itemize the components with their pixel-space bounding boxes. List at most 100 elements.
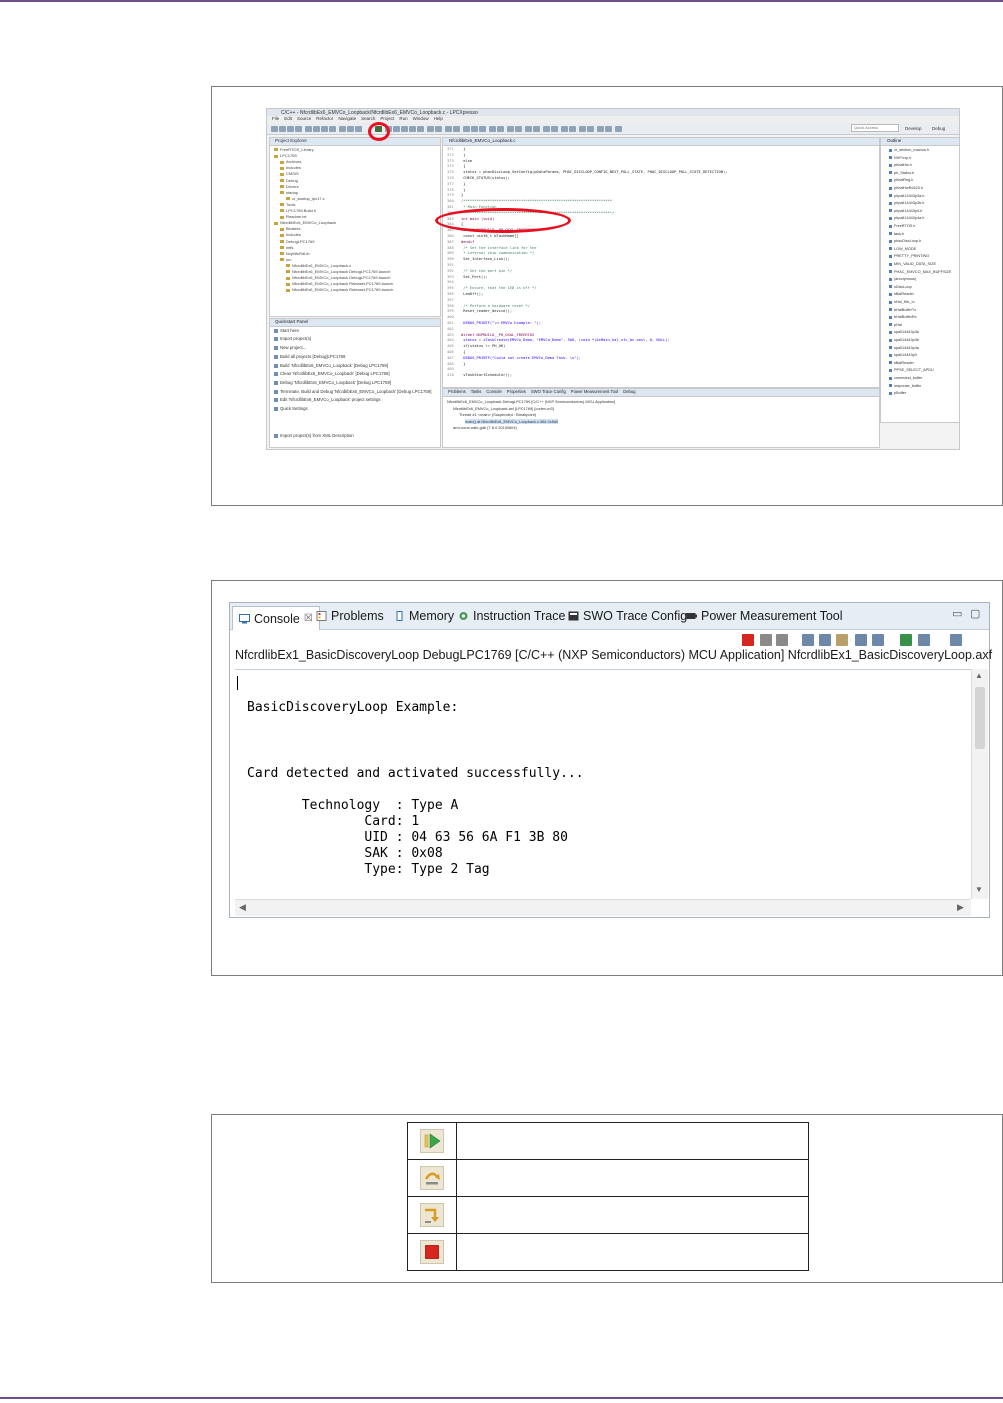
quickstart-item[interactable]: Clean 'NfcrdlibEx6_EMVCo_Loopback' [Debu… [274,371,390,376]
tree-item[interactable]: Readme.txt [280,214,306,219]
tree-item[interactable]: Archives [280,159,301,164]
outline-item[interactable]: phpalI14443p4a.h [889,216,924,220]
toolbar-icon[interactable] [401,126,408,132]
tree-item[interactable]: Includes [280,232,301,237]
toolbar-icon[interactable] [409,126,416,132]
minimize-button[interactable]: ▭ [952,607,962,620]
bottom-tab[interactable]: Console [486,389,501,394]
menu-item[interactable]: File [272,116,279,121]
debug-tree-item[interactable]: NfcrdlibEx6_EMVCo_Loopback DebugLPC1769 … [447,399,615,404]
outline-item[interactable]: LOW_MODE [889,247,916,251]
outline-item[interactable]: sBalReader [889,292,914,296]
outline-item[interactable]: task.h [889,232,904,236]
outline-item[interactable]: PRETTY_PRINTING [889,254,929,258]
outline-item[interactable]: PHAC_EMVCO_MAX_BUFFSIZE [889,270,951,274]
show-stdout-icon[interactable] [855,634,867,646]
outline-item[interactable]: spalI14443p4 [889,353,917,357]
toolbar-icon[interactable] [515,126,522,132]
bottom-tab[interactable]: Tasks [471,389,482,394]
outline-item[interactable]: sDiscLoop [889,285,912,289]
outline-item[interactable]: FreeRTOS.h [889,224,915,228]
code-editor[interactable]: NfcrdlibEx6_EMVCo_Loopback.c 371 } 372 } 3… [442,137,880,388]
tab-instruction-trace[interactable]: Instruction Trace [458,608,565,624]
outline-item[interactable]: NXP/crp.h [889,156,911,160]
toolbar-icon[interactable] [471,126,478,132]
debug-tree-item[interactable]: main() at NfcrdlibEx6_EMVCo_Loopback.c:3… [465,418,559,424]
outline-item[interactable]: MIN_VALID_DATA_SIZE [889,262,936,266]
toolbar-icon[interactable] [579,126,586,132]
quickstart-tab[interactable]: Quickstart Panel [270,319,440,327]
toolbar-icon[interactable] [525,126,532,132]
tree-item[interactable]: cr_startup_lpc17.c [286,196,325,201]
debug-tree-item[interactable]: Thread #1 <main> (Suspended : Breakpoint… [459,412,536,417]
outline-item[interactable]: bHalBufferRx [889,315,917,319]
outline-item[interactable]: sBalReader [889,361,914,365]
remove-all-icon[interactable] [776,634,788,646]
quickstart-item[interactable]: Quick Settings [274,406,308,411]
vertical-scrollbar[interactable]: ▲ ▼ [971,669,988,899]
quickstart-item[interactable]: Edit 'NfcrdlibEx6_EMVCo_Loopback' projec… [274,397,381,402]
outline-item[interactable]: pHal [889,323,902,327]
toolbar-icon[interactable] [533,126,540,132]
outline-item[interactable]: phbalReg.h [889,178,913,182]
tree-item[interactable]: src [280,257,291,262]
scroll-lock-icon[interactable] [819,634,831,646]
toolbar-icon[interactable] [287,126,294,132]
toolbar-icon[interactable] [417,126,424,132]
bottom-tab[interactable]: Debug [623,389,635,394]
tree-item[interactable]: Drivers [280,184,299,189]
tree-item[interactable]: NxpNfcRdLib [280,251,310,256]
remove-launch-icon[interactable] [760,634,772,646]
scroll-down-icon[interactable]: ▼ [975,885,983,894]
tree-item[interactable]: CMSIS [280,171,299,176]
tree-item[interactable]: LPC1769 [274,153,297,158]
menu-item[interactable]: Run [399,116,407,121]
tree-item[interactable]: Binaries [280,226,300,231]
outline-item[interactable]: PPSE_SELECT_APDU [889,368,934,372]
outline-tab[interactable]: Outline [881,138,959,146]
tree-item[interactable]: Includes [280,165,301,170]
bottom-tab[interactable]: SWO Trace Config [531,389,566,394]
toolbar-icon[interactable] [453,126,460,132]
new-console-icon[interactable] [950,634,962,646]
maximize-button[interactable]: ▢ [970,607,980,620]
menu-item[interactable]: Refactor [316,116,333,121]
toolbar-icon[interactable] [295,126,302,132]
tree-item[interactable]: Debug [280,178,298,183]
scroll-left-icon[interactable]: ◀ [239,902,246,913]
tree-item[interactable]: LPC1769.Build.h [280,208,316,213]
debug-tree-item[interactable]: NfcrdlibEx6_EMVCo_Loopback.axf [LPC1769]… [453,406,554,411]
toolbar-icon[interactable] [561,126,568,132]
menu-item[interactable]: Help [434,116,443,121]
outline-item[interactable]: response_buffer [889,384,921,388]
toolbar-icon[interactable] [427,126,434,132]
outline-item[interactable]: pBuffer [889,391,906,395]
quickstart-item[interactable]: Debug 'NfcrdlibEx6_EMVCo_Loopback' [Debu… [274,380,391,385]
bottom-tab[interactable]: Properties [507,389,526,394]
toolbar-icon[interactable] [393,126,400,132]
toolbar-icon[interactable] [479,126,486,132]
tree-item[interactable]: NfcrdlibEx6_EMVCo_Loopback.c [286,263,351,268]
tree-item[interactable]: NfcrdlibEx6_EMVCo_Loopback [274,220,336,225]
outline-item[interactable]: phacDiscLoop.h [889,239,921,243]
tab-console[interactable]: Console ☒ [232,606,320,630]
scroll-thumb[interactable] [975,687,985,749]
bottom-tab[interactable]: Power Measurement Tool [571,389,618,394]
horizontal-scrollbar[interactable]: ◀ ▶ [235,899,971,916]
step-over-icon[interactable] [419,1166,444,1190]
tree-item[interactable]: DebugLPC1769 [280,239,314,244]
toolbar-icon[interactable] [435,126,442,132]
toolbar-icon[interactable] [507,126,514,132]
toolbar-icon[interactable] [321,126,328,132]
quickstart-item[interactable]: Terminate, Build and Debug 'NfcrdlibEx6_… [274,389,431,394]
toolbar-icon[interactable] [497,126,504,132]
project-explorer-tab[interactable]: Project Explorer [270,138,440,146]
quickstart-item[interactable]: New project... [274,345,306,350]
menu-item[interactable]: Search [361,116,375,121]
step-return-icon[interactable] [419,1203,444,1227]
quickstart-item[interactable]: Import project(s) [274,336,311,341]
toolbar-icon[interactable] [339,126,346,132]
tree-item[interactable]: NfcrdlibEx6_EMVCo_Loopback DebugLPC1769.… [286,269,391,274]
tree-item[interactable]: NfcrdlibEx6_EMVCo_Loopback DebugLPC1769.… [286,275,391,280]
scroll-up-icon[interactable]: ▲ [975,671,983,680]
